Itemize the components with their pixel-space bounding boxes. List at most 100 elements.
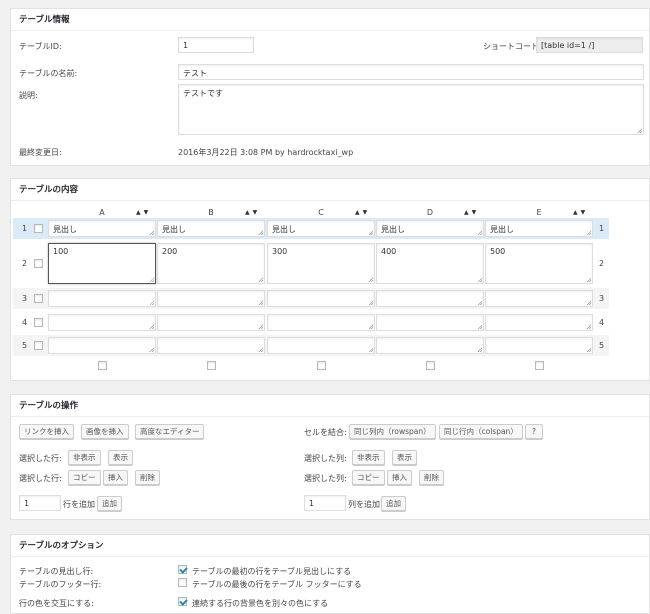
table-cell[interactable] — [267, 314, 375, 331]
resize-grip-icon[interactable] — [368, 300, 373, 305]
insert-cols-button[interactable]: 挿入 — [387, 470, 412, 485]
insert-image-button[interactable]: 画像を挿入 — [81, 424, 129, 439]
resize-grip-icon[interactable] — [368, 324, 373, 329]
help-button[interactable]: ? — [525, 424, 543, 439]
hide-rows-button[interactable]: 非表示 — [68, 450, 101, 465]
table-cell[interactable] — [485, 314, 593, 331]
sort-arrows-icon[interactable]: ▲▼ — [355, 209, 370, 216]
table-cell[interactable] — [157, 314, 265, 331]
cell-text: 400 — [381, 247, 397, 256]
show-cols-button[interactable]: 表示 — [392, 450, 417, 465]
table-cell[interactable] — [48, 290, 156, 307]
cell-text: 見出し — [381, 225, 405, 234]
header-row-checkbox[interactable] — [178, 565, 187, 574]
merge-same-column-button[interactable]: 同じ列内（rowspan） — [349, 424, 436, 439]
advanced-editor-button[interactable]: 高度なエディター — [135, 424, 205, 439]
resize-grip-icon[interactable] — [149, 230, 154, 235]
insert-rows-button[interactable]: 挿入 — [103, 470, 128, 485]
delete-rows-button[interactable]: 削除 — [135, 470, 160, 485]
resize-grip-icon[interactable] — [149, 347, 154, 352]
column-select-checkbox[interactable] — [535, 361, 544, 370]
row-select-checkbox[interactable] — [34, 258, 43, 268]
table-cell[interactable]: 300 — [267, 243, 375, 284]
insert-link-button[interactable]: リンクを挿入 — [19, 424, 74, 439]
show-rows-button[interactable]: 表示 — [108, 450, 133, 465]
description-textarea[interactable]: テストです — [178, 84, 644, 135]
footer-row-checkbox[interactable] — [178, 578, 187, 587]
selected-rows-label-2: 選択した行: — [19, 474, 62, 483]
table-cell[interactable]: 200 — [157, 243, 265, 284]
table-id-input[interactable]: 1 — [178, 37, 254, 53]
add-rows-count-input[interactable]: 1 — [19, 495, 61, 511]
sort-arrows-icon[interactable]: ▲▼ — [245, 209, 260, 216]
add-cols-button[interactable]: 追加 — [381, 496, 406, 511]
table-cell[interactable] — [48, 337, 156, 354]
table-name-input[interactable]: テスト — [178, 64, 644, 80]
column-select-checkbox[interactable] — [317, 361, 326, 370]
copy-cols-button[interactable]: コピー — [352, 470, 385, 485]
resize-grip-icon[interactable] — [149, 277, 154, 282]
shortcode-field[interactable]: [table id=1 /] — [536, 37, 643, 53]
column-select-checkbox[interactable] — [426, 361, 435, 370]
resize-grip-icon[interactable] — [586, 324, 591, 329]
table-cell[interactable]: 見出し — [267, 220, 375, 237]
row-select-checkbox[interactable] — [34, 223, 43, 233]
resize-grip-icon[interactable] — [477, 300, 482, 305]
resize-grip-icon[interactable] — [586, 347, 591, 352]
table-cell[interactable] — [376, 290, 484, 307]
resize-grip-icon[interactable] — [258, 300, 263, 305]
header-row-text: テーブルの最初の行をテーブル見出しにする — [192, 567, 352, 576]
copy-rows-button[interactable]: コピー — [68, 470, 101, 485]
table-cell[interactable] — [157, 337, 265, 354]
table-cell[interactable] — [376, 314, 484, 331]
row-select-checkbox[interactable] — [34, 317, 43, 327]
table-cell[interactable] — [485, 337, 593, 354]
table-cell[interactable]: 500 — [485, 243, 593, 284]
resize-grip-icon[interactable] — [477, 347, 482, 352]
merge-same-row-button[interactable]: 同じ行内（colspan） — [439, 424, 523, 439]
table-cell[interactable]: 見出し — [157, 220, 265, 237]
resize-grip-icon[interactable] — [586, 277, 591, 282]
table-cell[interactable]: 400 — [376, 243, 484, 284]
resize-grip-icon[interactable] — [368, 277, 373, 282]
resize-grip-icon[interactable] — [258, 347, 263, 352]
cell-text: 見出し — [490, 225, 514, 234]
table-cell[interactable]: 見出し — [376, 220, 484, 237]
hide-cols-button[interactable]: 非表示 — [352, 450, 385, 465]
table-cell[interactable] — [157, 290, 265, 307]
add-cols-count-input[interactable]: 1 — [304, 495, 346, 511]
sort-arrows-icon[interactable]: ▲▼ — [464, 209, 479, 216]
resize-grip-icon[interactable] — [586, 230, 591, 235]
resize-grip-icon[interactable] — [586, 300, 591, 305]
resize-grip-icon[interactable] — [258, 324, 263, 329]
table-cell[interactable] — [485, 290, 593, 307]
table-cell[interactable]: 見出し — [48, 220, 156, 237]
resize-grip-icon[interactable] — [477, 324, 482, 329]
resize-grip-icon[interactable] — [477, 230, 482, 235]
resize-grip-icon[interactable] — [637, 128, 642, 133]
table-cell[interactable]: 100 — [48, 243, 156, 284]
sort-arrows-icon[interactable]: ▲▼ — [136, 209, 151, 216]
sort-arrows-icon[interactable]: ▲▼ — [573, 209, 588, 216]
row-select-checkbox[interactable] — [34, 340, 43, 350]
delete-cols-button[interactable]: 削除 — [419, 470, 444, 485]
resize-grip-icon[interactable] — [258, 230, 263, 235]
resize-grip-icon[interactable] — [368, 347, 373, 352]
column-header-d: D — [426, 208, 434, 217]
column-select-checkbox[interactable] — [98, 361, 107, 370]
resize-grip-icon[interactable] — [368, 230, 373, 235]
table-cell[interactable] — [267, 337, 375, 354]
add-rows-button[interactable]: 追加 — [97, 496, 122, 511]
table-cell[interactable] — [267, 290, 375, 307]
row-select-checkbox[interactable] — [34, 293, 43, 303]
resize-grip-icon[interactable] — [477, 277, 482, 282]
column-select-checkbox[interactable] — [207, 361, 216, 370]
table-cell[interactable] — [376, 337, 484, 354]
resize-grip-icon[interactable] — [149, 324, 154, 329]
table-cell[interactable] — [48, 314, 156, 331]
footer-row-label: テーブルのフッター行: — [19, 580, 102, 589]
resize-grip-icon[interactable] — [149, 300, 154, 305]
resize-grip-icon[interactable] — [258, 277, 263, 282]
alternate-colors-checkbox[interactable] — [178, 597, 187, 606]
table-cell[interactable]: 見出し — [485, 220, 593, 237]
